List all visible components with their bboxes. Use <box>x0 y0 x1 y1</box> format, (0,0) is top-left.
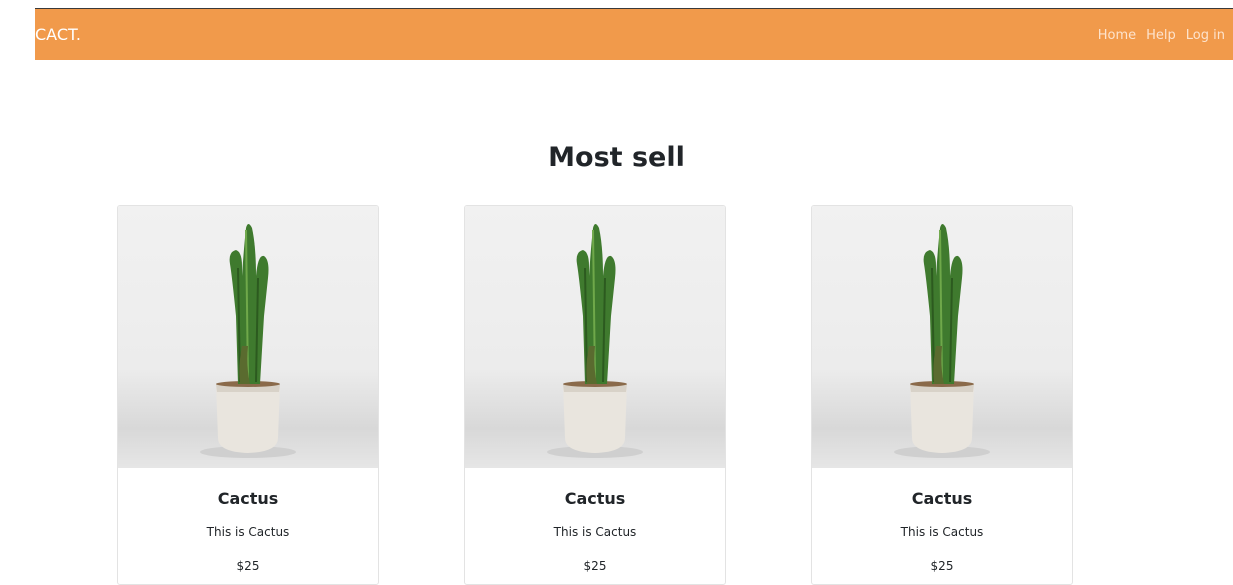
product-price: $25 <box>236 559 260 573</box>
nav-link-help[interactable]: Help <box>1146 28 1176 43</box>
product-image[interactable] <box>118 206 378 468</box>
cactus-pot-image <box>547 224 643 458</box>
product-name: Cactus <box>217 489 279 508</box>
brand-logo[interactable]: CACT. <box>35 26 81 44</box>
navbar: CACT. Home Help Log in <box>35 9 1233 60</box>
cactus-pot-image <box>200 224 296 458</box>
product-price: $25 <box>583 559 607 573</box>
product-description: This is Cactus <box>206 525 290 539</box>
product-description: This is Cactus <box>900 525 984 539</box>
section-title: Most sell <box>548 142 685 173</box>
product-name: Cactus <box>564 489 626 508</box>
product-name: Cactus <box>911 489 973 508</box>
nav-link-login[interactable]: Log in <box>1186 28 1225 43</box>
product-card[interactable]: Cactus This is Cactus $25 <box>811 205 1073 585</box>
product-card[interactable]: Cactus This is Cactus $25 <box>464 205 726 585</box>
product-description: This is Cactus <box>553 525 637 539</box>
product-price: $25 <box>930 559 954 573</box>
nav-links: Home Help Log in <box>1098 28 1225 43</box>
product-image[interactable] <box>465 206 725 468</box>
product-image[interactable] <box>812 206 1072 468</box>
product-card[interactable]: Cactus This is Cactus $25 <box>117 205 379 585</box>
cactus-pot-image <box>894 224 990 458</box>
nav-link-home[interactable]: Home <box>1098 28 1136 43</box>
